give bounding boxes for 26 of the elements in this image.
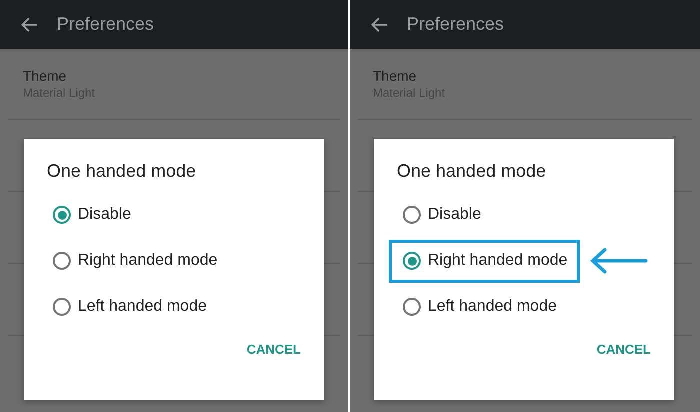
dialog-title: One handed mode <box>396 160 546 183</box>
cancel-button[interactable]: CANCEL <box>596 342 651 357</box>
option-label: Disable <box>428 206 482 224</box>
radio-button[interactable] <box>53 206 71 224</box>
page-title: Preferences <box>57 14 154 35</box>
cancel-button[interactable]: CANCEL <box>246 342 301 357</box>
option-label: Left handed mode <box>428 298 557 316</box>
radio-option[interactable]: Disable <box>39 194 144 236</box>
arrow-icon <box>590 247 648 275</box>
option-label: Left handed mode <box>78 298 207 316</box>
radio-option[interactable]: Left handed mode <box>389 286 569 328</box>
option-label: Right handed mode <box>428 252 568 270</box>
radio-option[interactable]: Left handed mode <box>39 286 219 328</box>
radio-button[interactable] <box>53 298 71 316</box>
option-label: Right handed mode <box>78 252 218 270</box>
setting-title: Theme <box>23 67 68 85</box>
radio-button[interactable] <box>403 206 421 224</box>
page-title: Preferences <box>407 14 504 35</box>
radio-option[interactable]: Disable <box>389 194 494 236</box>
dialog-title: One handed mode <box>46 160 196 183</box>
radio-button[interactable] <box>403 252 421 270</box>
radio-option[interactable]: Right handed mode <box>39 240 230 282</box>
option-label: Disable <box>78 206 132 224</box>
setting-title: Theme <box>373 67 418 85</box>
radio-button[interactable] <box>403 298 421 316</box>
radio-button[interactable] <box>53 252 71 270</box>
